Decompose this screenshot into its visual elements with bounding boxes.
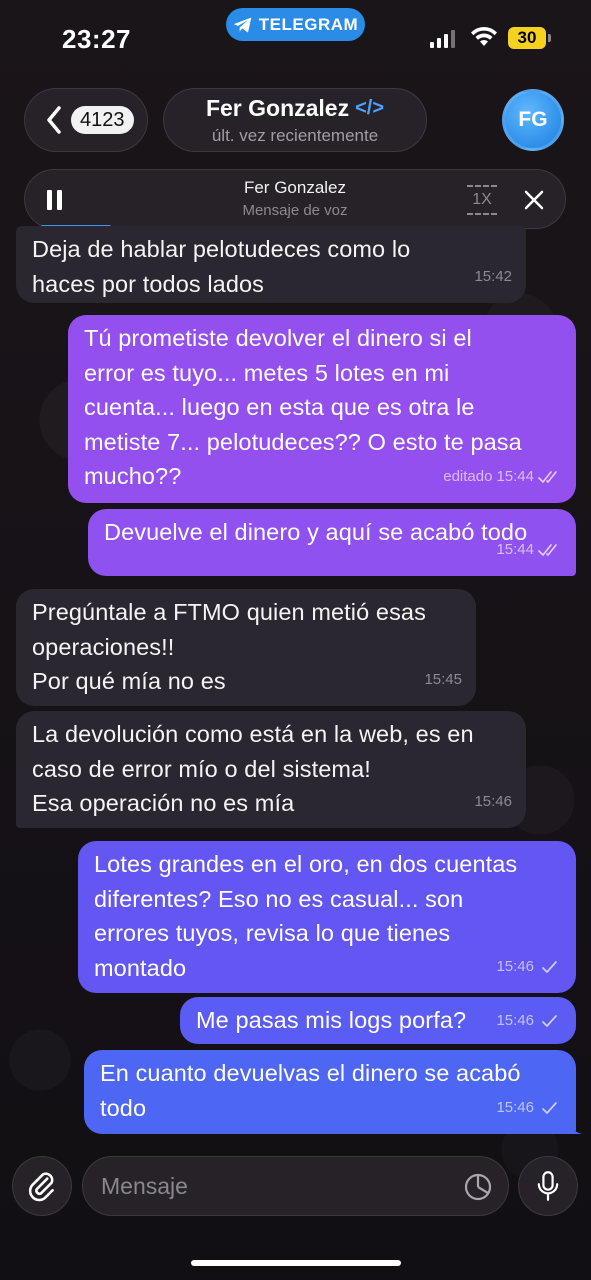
message-input-container[interactable] (82, 1156, 509, 1216)
message-bubble-outgoing[interactable]: Devuelve el dinero y aquí se acabó todo … (88, 509, 576, 576)
signal-icon (430, 30, 455, 48)
message-time: 15:46 (496, 1011, 534, 1029)
voice-message-player[interactable]: Fer Gonzalez Mensaje de voz 1X (24, 169, 566, 229)
message-bubble-incoming[interactable]: Deja de hablar pelotudeces como lo haces… (16, 226, 526, 303)
message-time: 15:46 (496, 1098, 534, 1116)
message-bubble-outgoing[interactable]: Lotes grandes en el oro, en dos cuentas … (78, 841, 576, 993)
paperclip-icon (28, 1172, 54, 1202)
message-text: Pregúntale a FTMO quien metió esas opera… (32, 599, 426, 694)
single-check-icon (542, 1014, 557, 1027)
message-bubble-incoming[interactable]: Pregúntale a FTMO quien metió esas opera… (16, 589, 476, 706)
chevron-left-icon (47, 106, 61, 134)
message-bubble-outgoing[interactable]: Tú prometiste devolver el dinero si el e… (68, 315, 576, 503)
message-time: 15:46 (496, 957, 534, 975)
avatar[interactable]: FG (502, 89, 564, 151)
sticker-icon[interactable] (464, 1173, 492, 1201)
chat-title[interactable]: Fer Gonzalez </> últ. vez recientemente (163, 88, 427, 152)
unread-count-badge: 4123 (71, 106, 134, 134)
battery-indicator: 30 (508, 27, 551, 49)
edited-label: editado (443, 467, 493, 485)
message-text: La devolución como está en la web, es en… (32, 721, 474, 816)
telegram-pill-label: TELEGRAM (258, 14, 359, 34)
message-time: 15:45 (424, 670, 462, 688)
paper-plane-icon (233, 17, 252, 32)
contact-last-seen: últ. vez recientemente (211, 125, 379, 145)
contact-name: Fer Gonzalez (205, 94, 350, 121)
message-text: Deja de hablar pelotudeces como lo haces… (32, 236, 411, 297)
message-time: 15:44 (496, 467, 534, 485)
message-time: 15:44 (496, 540, 534, 558)
message-bubble-outgoing[interactable]: En cuanto devuelvas el dinero se acabó t… (84, 1050, 582, 1134)
bubble-tail (566, 1118, 582, 1134)
status-time: 23:27 (62, 24, 131, 54)
single-check-icon (542, 960, 557, 973)
single-check-icon (542, 1101, 557, 1114)
close-icon[interactable] (522, 188, 546, 212)
message-bubble-outgoing[interactable]: Me pasas mis logs porfa? 15:46 (180, 997, 576, 1044)
double-check-icon (538, 470, 557, 483)
message-text: En cuanto devuelvas el dinero se acabó t… (100, 1060, 521, 1121)
message-text: Lotes grandes en el oro, en dos cuentas … (94, 851, 518, 981)
code-icon: </> (355, 96, 385, 119)
telegram-return-pill[interactable]: TELEGRAM (226, 8, 365, 41)
microphone-button[interactable] (518, 1156, 578, 1216)
message-input[interactable] (101, 1172, 441, 1200)
microphone-icon (537, 1171, 559, 1201)
message-time: 15:46 (474, 792, 512, 810)
message-text: Devuelve el dinero y aquí se acabó todo (104, 519, 528, 545)
attach-button[interactable] (12, 1156, 72, 1216)
double-check-icon (538, 543, 557, 556)
playback-speed-button[interactable]: 1X (467, 185, 497, 215)
wifi-icon (471, 26, 497, 46)
message-time: 15:42 (474, 267, 512, 285)
back-button[interactable]: 4123 (24, 88, 148, 152)
message-bubble-incoming[interactable]: La devolución como está en la web, es en… (16, 711, 526, 828)
home-indicator[interactable] (191, 1260, 401, 1266)
